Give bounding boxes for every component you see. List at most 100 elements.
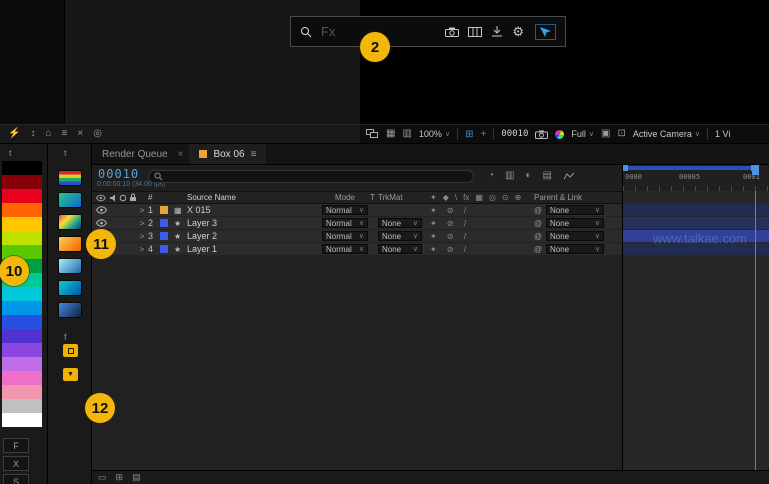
show-channel-icon[interactable]	[555, 129, 565, 139]
camera-icon[interactable]	[445, 27, 460, 37]
color-swatch[interactable]	[2, 385, 42, 399]
switch-column-icon[interactable]: ▦	[475, 193, 483, 202]
playhead-handle[interactable]	[752, 165, 759, 175]
parent-dropdown[interactable]: None ∨	[546, 205, 604, 215]
zoom-dropdown[interactable]: 100% ∨	[419, 129, 450, 139]
color-swatch[interactable]	[2, 203, 42, 217]
current-timecode[interactable]: 00010	[98, 167, 139, 181]
view-layout-dropdown[interactable]: 1 Vi	[715, 129, 730, 139]
layer-duration-bar[interactable]	[623, 204, 769, 216]
color-swatch[interactable]	[2, 287, 42, 301]
column-number[interactable]: #	[148, 193, 160, 202]
column-mode[interactable]: Mode	[322, 193, 368, 202]
expand-arrow-icon[interactable]: >	[136, 245, 148, 254]
trkmat-dropdown[interactable]: None ∨	[378, 231, 422, 241]
transparency-grid-icon[interactable]: ⊡	[617, 129, 625, 139]
channels-icon[interactable]: ▥	[402, 129, 411, 139]
region-of-interest-icon[interactable]: ▣	[601, 129, 610, 139]
motion-blur-icon[interactable]: ◐	[526, 171, 532, 181]
color-swatch[interactable]	[2, 217, 42, 231]
column-t[interactable]: T	[368, 193, 378, 202]
pickwhip-icon[interactable]: @	[534, 245, 546, 254]
color-swatch[interactable]	[2, 371, 42, 385]
parent-dropdown[interactable]: None ∨	[546, 231, 604, 241]
color-swatch[interactable]	[2, 189, 42, 203]
color-swatch[interactable]	[2, 343, 42, 357]
color-grid-icon[interactable]	[58, 170, 82, 186]
list-toggle-icon[interactable]: ▤	[132, 472, 141, 483]
color-swatch[interactable]	[2, 175, 42, 189]
layer-name[interactable]: X 015	[187, 205, 322, 215]
gradient-teal-icon[interactable]	[58, 280, 82, 296]
work-area-start-handle[interactable]	[623, 165, 628, 171]
grid-icon[interactable]: ⊞	[465, 129, 473, 140]
color-swatch[interactable]	[2, 315, 42, 329]
download-icon[interactable]	[491, 26, 503, 37]
mode-dropdown[interactable]: Normal ∨	[322, 218, 368, 228]
cursor-tool-box[interactable]	[535, 23, 556, 40]
layer-switches[interactable]: ✦ ⊘ /	[422, 206, 522, 215]
column-trkmat[interactable]: TrkMat	[378, 193, 422, 202]
snapshot-camera-icon[interactable]	[535, 130, 549, 139]
camera-dropdown[interactable]: Active Camera ∨	[633, 129, 700, 139]
expand-arrow-icon[interactable]: >	[136, 206, 148, 215]
tab-box-06[interactable]: Box 06 ≡	[189, 144, 267, 164]
layer-switches[interactable]: ✦ ⊘ /	[422, 245, 522, 254]
gradient-deep-blue-icon[interactable]	[58, 302, 82, 318]
timeline-search-field[interactable]	[148, 170, 474, 183]
pickwhip-icon[interactable]: @	[534, 219, 546, 228]
swap-icon[interactable]: ↕	[30, 129, 35, 139]
flash-icon[interactable]: ⚡	[8, 129, 20, 139]
palette-button-s[interactable]: S	[3, 474, 29, 484]
layer-duration-bar[interactable]	[623, 217, 769, 229]
mode-dropdown[interactable]: Normal ∨	[322, 231, 368, 241]
layer-list-empty-area[interactable]	[92, 256, 622, 470]
layer-switches[interactable]: ✦ ⊘ /	[422, 219, 522, 228]
tab-close-icon[interactable]: ×	[178, 144, 190, 164]
switch-column-icon[interactable]: ⊙	[502, 193, 509, 202]
color-swatch[interactable]	[2, 301, 42, 315]
column-parent-link[interactable]: Parent & Link	[534, 193, 604, 202]
work-area-bar[interactable]	[624, 166, 757, 170]
shy-icon[interactable]: ◔	[488, 171, 494, 181]
crosshair-icon[interactable]: +	[480, 129, 486, 140]
color-swatch[interactable]	[2, 161, 42, 175]
current-frame[interactable]: 00010	[501, 129, 528, 139]
layer-switches[interactable]: ✦ ⊘ /	[422, 232, 522, 241]
color-swatch[interactable]	[2, 413, 42, 427]
column-source-name[interactable]: Source Name	[187, 193, 322, 202]
add-swatch-button[interactable]	[63, 344, 78, 357]
playhead-line[interactable]	[755, 191, 756, 470]
pickwhip-icon[interactable]: @	[534, 206, 546, 215]
menu-icon[interactable]: ≡	[62, 129, 68, 139]
graph-editor-icon[interactable]	[563, 171, 575, 181]
grid-toggle-icon[interactable]: ⊞	[116, 472, 124, 483]
parent-dropdown[interactable]: None ∨	[546, 218, 604, 228]
switch-column-icon[interactable]: \	[455, 193, 457, 202]
close-icon[interactable]: ×	[77, 129, 83, 139]
timeline-track-area[interactable]: www.talkae.com	[623, 191, 769, 470]
color-swatch[interactable]	[2, 399, 42, 413]
color-swatch[interactable]	[2, 329, 42, 343]
comp-marker-icon[interactable]: ▭	[98, 472, 107, 483]
layer-name[interactable]: Layer 2	[187, 231, 322, 241]
tab-render-queue[interactable]: Render Queue	[92, 144, 178, 164]
gradient-green-blue-icon[interactable]	[58, 192, 82, 208]
mode-dropdown[interactable]: Normal ∨	[322, 244, 368, 254]
dropdown-button[interactable]: ▼	[63, 368, 78, 381]
label-color[interactable]	[160, 232, 174, 240]
home-icon[interactable]: ⌂	[45, 129, 51, 139]
layer-name[interactable]: Layer 1	[187, 244, 322, 254]
expand-arrow-icon[interactable]: >	[136, 232, 148, 241]
layer-row[interactable]: > 2 ★ Layer 3 Normal ∨ None ∨ ✦ ⊘ / @ None…	[92, 217, 622, 230]
target-icon[interactable]: ◎	[93, 129, 102, 139]
palette-button-x[interactable]: X	[3, 456, 29, 471]
pickwhip-icon[interactable]: @	[534, 232, 546, 241]
switch-column-icon[interactable]: ⊕	[515, 193, 522, 202]
gear-icon[interactable]: ⚙	[512, 25, 524, 38]
panel-menu-icon[interactable]: ≡	[251, 149, 257, 160]
time-ruler[interactable]: 0000 00005 0001	[623, 165, 769, 191]
trkmat-dropdown[interactable]: None ∨	[378, 218, 422, 228]
palette-button-f[interactable]: F	[3, 438, 29, 453]
gradient-multi-icon[interactable]	[58, 214, 82, 230]
